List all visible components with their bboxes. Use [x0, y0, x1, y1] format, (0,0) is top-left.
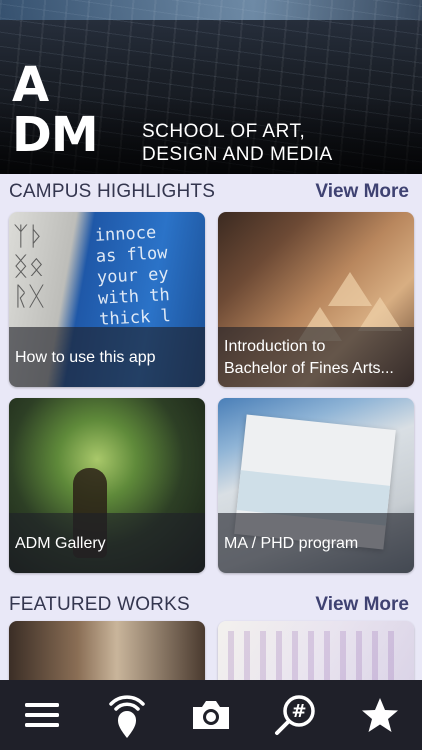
card-caption-line-1: Introduction to [224, 338, 326, 355]
card-caption-line-1: MA / PHD program [224, 535, 359, 552]
hashtag-search-tab[interactable]: # [265, 685, 325, 745]
svg-text:#: # [292, 701, 307, 722]
paper-fold [358, 297, 402, 331]
hashtag-search-icon: # [275, 695, 316, 735]
card-caption: How to use this app [9, 327, 205, 387]
header-banner: A DM SCHOOL OF ART, DESIGN AND MEDIA [0, 0, 422, 174]
school-name-line-1: SCHOOL OF ART, [142, 121, 306, 142]
calligraphy-art: ᛉᚦ ᛝᛟ ᚱᚷ [13, 222, 45, 312]
location-beacon-icon [108, 695, 145, 738]
card-caption: ADM Gallery [9, 513, 205, 573]
favorites-tab[interactable] [350, 685, 410, 745]
school-name-line-2: DESIGN AND MEDIA [142, 144, 333, 165]
card-caption-line-1: How to use this app [15, 349, 156, 366]
featured-works-header: FEATURED WORKS View More [0, 587, 422, 623]
camera-tab[interactable] [181, 685, 241, 745]
highlight-card-how-to-use[interactable]: ᛉᚦ ᛝᛟ ᚱᚷ innoce as flow your ey with th thick … [9, 212, 205, 387]
adm-logo: A DM [12, 60, 112, 160]
school-name: SCHOOL OF ART, DESIGN AND MEDIA [142, 120, 333, 166]
menu-icon [25, 703, 60, 727]
bottom-tab-bar: # [0, 680, 422, 750]
card-caption: Introduction to Bachelor of Fines Arts..… [218, 327, 414, 387]
card-caption-line-1: ADM Gallery [15, 535, 106, 552]
card-caption-line-2: Bachelor of Fines Arts... [224, 360, 394, 377]
featured-works-view-more-link[interactable]: View More [315, 594, 409, 616]
campus-highlights-header: CAMPUS HIGHLIGHTS View More [0, 174, 422, 210]
campus-highlights-view-more-link[interactable]: View More [315, 181, 409, 203]
card-caption: MA / PHD program [218, 513, 414, 573]
featured-works-title: FEATURED WORKS [9, 594, 190, 615]
menu-tab[interactable] [12, 685, 72, 745]
typography-art: innoce as flow your ey with th thick l [94, 222, 172, 330]
logo-line-1: A [12, 57, 49, 113]
highlight-card-ma-phd[interactable]: MA / PHD program [218, 398, 414, 573]
logo-line-2: DM [12, 107, 99, 163]
camera-icon [192, 701, 229, 729]
campus-highlights-title: CAMPUS HIGHLIGHTS [9, 181, 216, 202]
highlight-card-adm-gallery[interactable]: ADM Gallery [9, 398, 205, 573]
highlight-card-bachelor-fine-arts[interactable]: Introduction to Bachelor of Fines Arts..… [218, 212, 414, 387]
star-icon [361, 698, 398, 732]
beacon-tab[interactable] [97, 685, 157, 745]
